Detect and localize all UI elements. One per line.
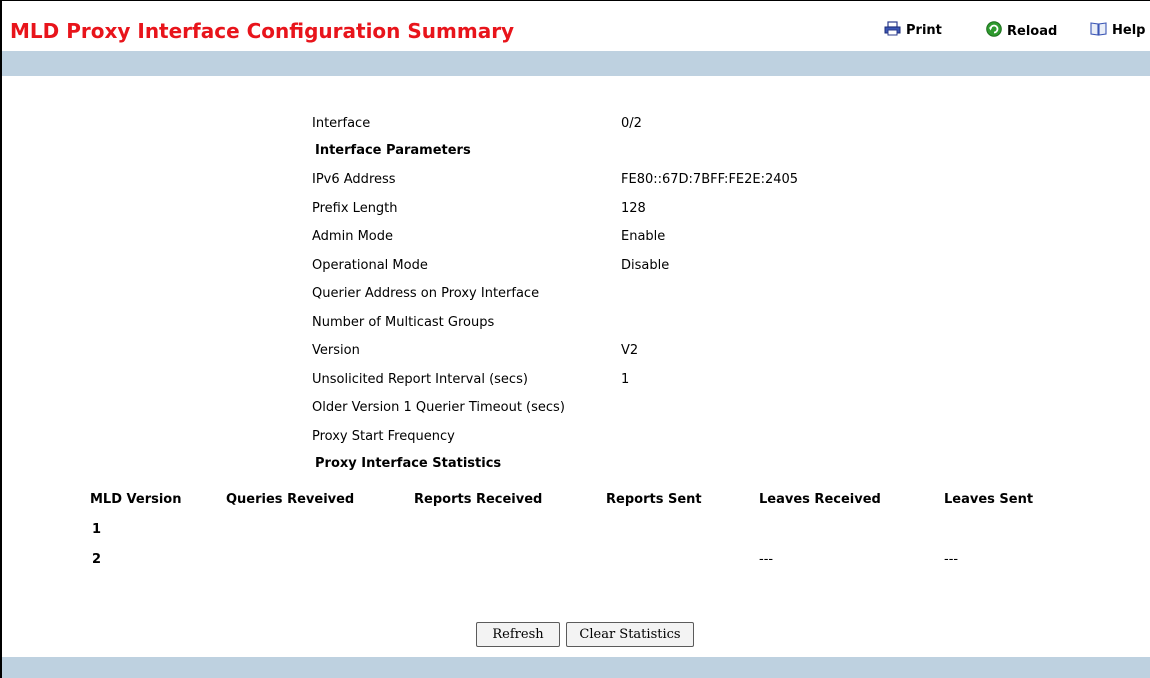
reload-label: Reload [1007, 23, 1058, 39]
reload-icon [986, 21, 1002, 41]
prefix-length-value: 128 [621, 201, 646, 216]
operational-mode-label: Operational Mode [312, 258, 428, 273]
clear-statistics-button[interactable]: Clear Statistics [566, 622, 694, 647]
multicast-groups-label: Number of Multicast Groups [312, 315, 495, 330]
help-button[interactable]: Help [1090, 21, 1145, 40]
version-label: Version [312, 343, 360, 358]
column-header-mld-version: MLD Version [90, 492, 182, 507]
bottom-divider-bar [2, 657, 1150, 678]
leaves-sent-cell: --- [944, 552, 959, 567]
row-version-cell: 1 [92, 522, 102, 537]
column-header-leaves-sent: Leaves Sent [944, 492, 1034, 507]
reload-button[interactable]: Reload [986, 21, 1057, 41]
book-icon [1090, 21, 1107, 40]
querier-timeout-label: Older Version 1 Querier Timeout (secs) [312, 400, 565, 415]
proxy-interface-statistics-heading: Proxy Interface Statistics [315, 456, 502, 471]
title-bar: MLD Proxy Interface Configuration Summar… [2, 1, 1150, 51]
column-header-queries-received: Queries Reveived [226, 492, 355, 507]
column-header-reports-sent: Reports Sent [606, 492, 702, 507]
prefix-length-label: Prefix Length [312, 201, 398, 216]
unsolicited-report-interval-label: Unsolicited Report Interval (secs) [312, 372, 528, 387]
print-button[interactable]: Print [884, 21, 942, 40]
column-header-leaves-received: Leaves Received [759, 492, 881, 507]
admin-mode-label: Admin Mode [312, 229, 393, 244]
refresh-button[interactable]: Refresh [476, 622, 560, 647]
column-header-reports-received: Reports Received [414, 492, 543, 507]
top-divider-bar [2, 51, 1150, 76]
printer-icon [884, 21, 901, 40]
unsolicited-report-interval-value: 1 [621, 372, 630, 387]
version-value: V2 [621, 343, 639, 358]
interface-value: 0/2 [621, 116, 642, 131]
page-frame [0, 0, 1150, 678]
row-version-cell: 2 [92, 552, 102, 567]
leaves-received-cell: --- [759, 552, 774, 567]
querier-address-label: Querier Address on Proxy Interface [312, 286, 540, 301]
interface-label: Interface [312, 116, 371, 131]
ipv6-address-label: IPv6 Address [312, 172, 396, 187]
print-label: Print [906, 23, 942, 38]
admin-mode-value: Enable [621, 229, 666, 244]
operational-mode-value: Disable [621, 258, 670, 273]
help-label: Help [1112, 23, 1146, 38]
ipv6-address-value: FE80::67D:7BFF:FE2E:2405 [621, 172, 799, 187]
interface-parameters-heading: Interface Parameters [315, 143, 471, 158]
page-title: MLD Proxy Interface Configuration Summar… [10, 19, 515, 43]
proxy-start-frequency-label: Proxy Start Frequency [312, 429, 455, 444]
